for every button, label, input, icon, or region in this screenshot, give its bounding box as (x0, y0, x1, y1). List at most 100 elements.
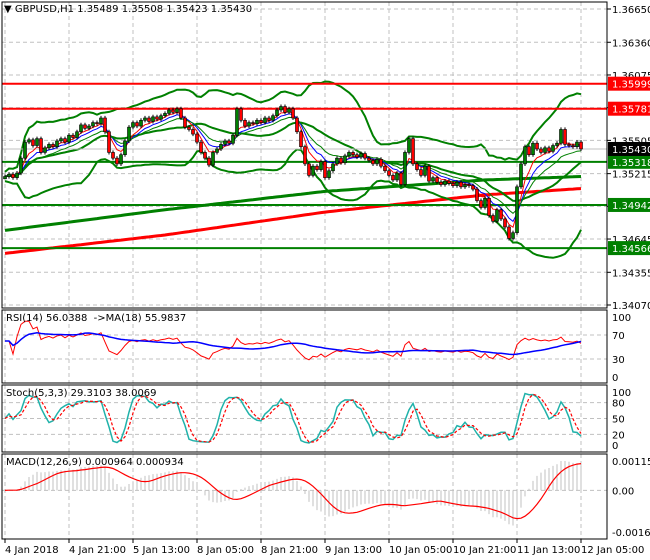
candle-body (327, 170, 331, 178)
candle-body (503, 218, 507, 228)
chart-header: ▼ GBPUSD,H1 1.35489 1.35508 1.35423 1.35… (4, 4, 252, 15)
candle-body (467, 184, 471, 186)
candle-body (235, 108, 239, 136)
candle-body (7, 173, 11, 177)
candle-body (427, 165, 431, 182)
candle-body (275, 109, 279, 116)
candle-body (191, 129, 195, 135)
candle-body (219, 144, 223, 150)
candle-body (343, 155, 347, 164)
candle-body (439, 181, 443, 185)
candle-body (3, 176, 7, 180)
candle-body (547, 147, 551, 152)
candle-body (535, 142, 539, 150)
time-label: 11 Jan 13:00 (517, 545, 580, 556)
candle-body (355, 154, 359, 158)
candle-body (147, 117, 151, 122)
bollinger-upper-line (4, 80, 582, 173)
candle-body (63, 138, 67, 143)
candle-body (99, 117, 103, 125)
candle-body (311, 165, 315, 176)
stoch-tick-label: 20 (612, 430, 625, 441)
candle-body (531, 142, 535, 156)
candle-body (175, 108, 179, 113)
candle-body (399, 172, 403, 185)
time-label: 4 Jan 21:00 (69, 545, 126, 556)
time-label: 10 Jan 21:00 (453, 545, 516, 556)
candle-body (171, 109, 175, 113)
candle-body (167, 109, 171, 114)
price-tick-label: 1.34355 (612, 268, 650, 279)
candle-body (303, 146, 307, 165)
candle-body (559, 129, 563, 144)
level-price-label: 1.35999 (612, 80, 650, 91)
candle-body (243, 119, 247, 127)
candle-body (319, 161, 323, 170)
candle-body (419, 169, 423, 176)
bollinger-lower-line (4, 148, 582, 259)
macd-tick-label: -0.00163 (612, 528, 650, 539)
macd-label: MACD(12,26,9) 0.000964 0.000934 (6, 457, 184, 468)
candle-body (19, 157, 23, 174)
candle-body (383, 165, 387, 172)
candle-body (459, 181, 463, 188)
candle-body (55, 140, 59, 147)
candle-body (527, 146, 531, 156)
rsi-tick-label: 70 (612, 331, 625, 342)
candle-body (267, 117, 271, 121)
time-label: 5 Jan 13:00 (133, 545, 190, 556)
ohlc-low: 1.35423 (166, 4, 208, 15)
candle-body (163, 113, 167, 116)
candle-body (447, 180, 451, 184)
level-price-label: 1.34566 (612, 244, 650, 255)
candle-body (71, 134, 75, 138)
macd-tick-label: 0.001153 (612, 457, 650, 468)
candle-body (211, 152, 215, 166)
candle-body (119, 154, 123, 165)
candle-body (391, 175, 395, 181)
candle-body (287, 108, 291, 113)
candle-body (511, 232, 515, 239)
candle-body (67, 134, 71, 143)
stoch-tick-label: 80 (612, 399, 625, 410)
price-tick-label: 1.35215 (612, 170, 650, 181)
candle-body (491, 215, 495, 222)
candle-body (179, 108, 183, 119)
candle-body (451, 183, 455, 186)
candle-body (95, 122, 99, 125)
macd-tick-label: 0.00 (612, 486, 634, 497)
candle-body (363, 153, 367, 159)
candle-body (579, 141, 583, 150)
long-ma-green-line (4, 175, 582, 232)
candle-body (255, 119, 259, 125)
candle-body (27, 139, 31, 143)
candle-body (31, 139, 35, 146)
level-price-label: 1.35318 (612, 158, 650, 169)
candle-body (543, 147, 547, 153)
candle-body (135, 122, 139, 127)
candle-body (223, 140, 227, 145)
candle-body (43, 147, 47, 153)
candle-body (207, 157, 211, 166)
candle-body (495, 209, 499, 222)
candle-body (283, 106, 287, 113)
candle-body (111, 152, 115, 159)
candle-body (155, 116, 159, 120)
dropdown-triangle-icon[interactable]: ▼ (4, 4, 12, 15)
stoch-tick-label: 50 (612, 415, 625, 426)
candle-body (47, 144, 51, 149)
candle-body (331, 163, 335, 172)
candle-body (455, 181, 459, 186)
candle-body (107, 131, 111, 153)
candle-body (519, 163, 523, 188)
symbol-timeframe: GBPUSD,H1 (14, 4, 74, 15)
time-label: 12 Jan 05:00 (581, 545, 644, 556)
candle-body (323, 161, 327, 178)
current-price-label: 1.35430 (612, 145, 650, 156)
time-label: 10 Jan 05:00 (389, 545, 452, 556)
candle-body (203, 152, 207, 159)
candle-body (299, 131, 303, 147)
candle-body (435, 177, 439, 183)
price-tick-label: 1.36360 (612, 38, 650, 49)
candle-body (379, 158, 383, 167)
